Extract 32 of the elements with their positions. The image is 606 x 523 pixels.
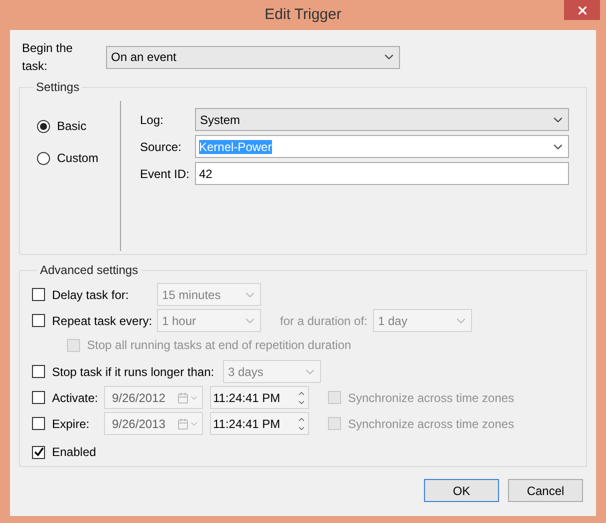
field-label: Begin the task: <box>22 40 74 75</box>
radio-button[interactable] <box>37 120 50 132</box>
dialog-button[interactable]: OK <box>424 479 499 502</box>
radio-button[interactable] <box>37 152 50 164</box>
checkbox-label: Synchronize across time zones <box>348 416 514 432</box>
group-title: Settings <box>35 79 80 96</box>
checkbox-label: Expire: <box>52 416 90 432</box>
field-label: Event ID: <box>140 166 190 182</box>
event-id-field[interactable]: 42 <box>195 162 569 185</box>
dropdown[interactable]: On an event <box>106 46 400 68</box>
checkbox-label: Enabled <box>52 444 96 461</box>
checkbox-label: Stop task if it runs longer than: <box>52 364 214 380</box>
group-title: Advanced settings <box>39 262 140 279</box>
check-icon <box>34 447 44 457</box>
checkbox-label: Synchronize across time zones <box>348 390 514 406</box>
checkbox-label: Delay task for: <box>52 286 129 304</box>
field-label: Source: <box>140 138 182 156</box>
radio-label: Custom <box>57 150 98 167</box>
checkbox[interactable] <box>32 446 45 458</box>
dropdown[interactable]: System <box>195 108 569 131</box>
calendar-icon <box>177 418 189 430</box>
checkbox-label: Repeat task every: <box>52 312 152 330</box>
dialog-button[interactable]: Cancel <box>508 479 583 502</box>
checkbox-label: Activate: <box>52 390 98 406</box>
close-icon <box>576 4 588 16</box>
calendar-icon <box>177 392 189 404</box>
field-label: Log: <box>140 112 164 128</box>
radio-label: Basic <box>57 118 86 135</box>
window-title: Edit Trigger <box>264 4 342 25</box>
close-button[interactable] <box>564 0 600 20</box>
checkbox-label: Stop all running tasks at end of repetition duration <box>87 337 352 354</box>
field-label: for a duration of: <box>280 312 368 330</box>
